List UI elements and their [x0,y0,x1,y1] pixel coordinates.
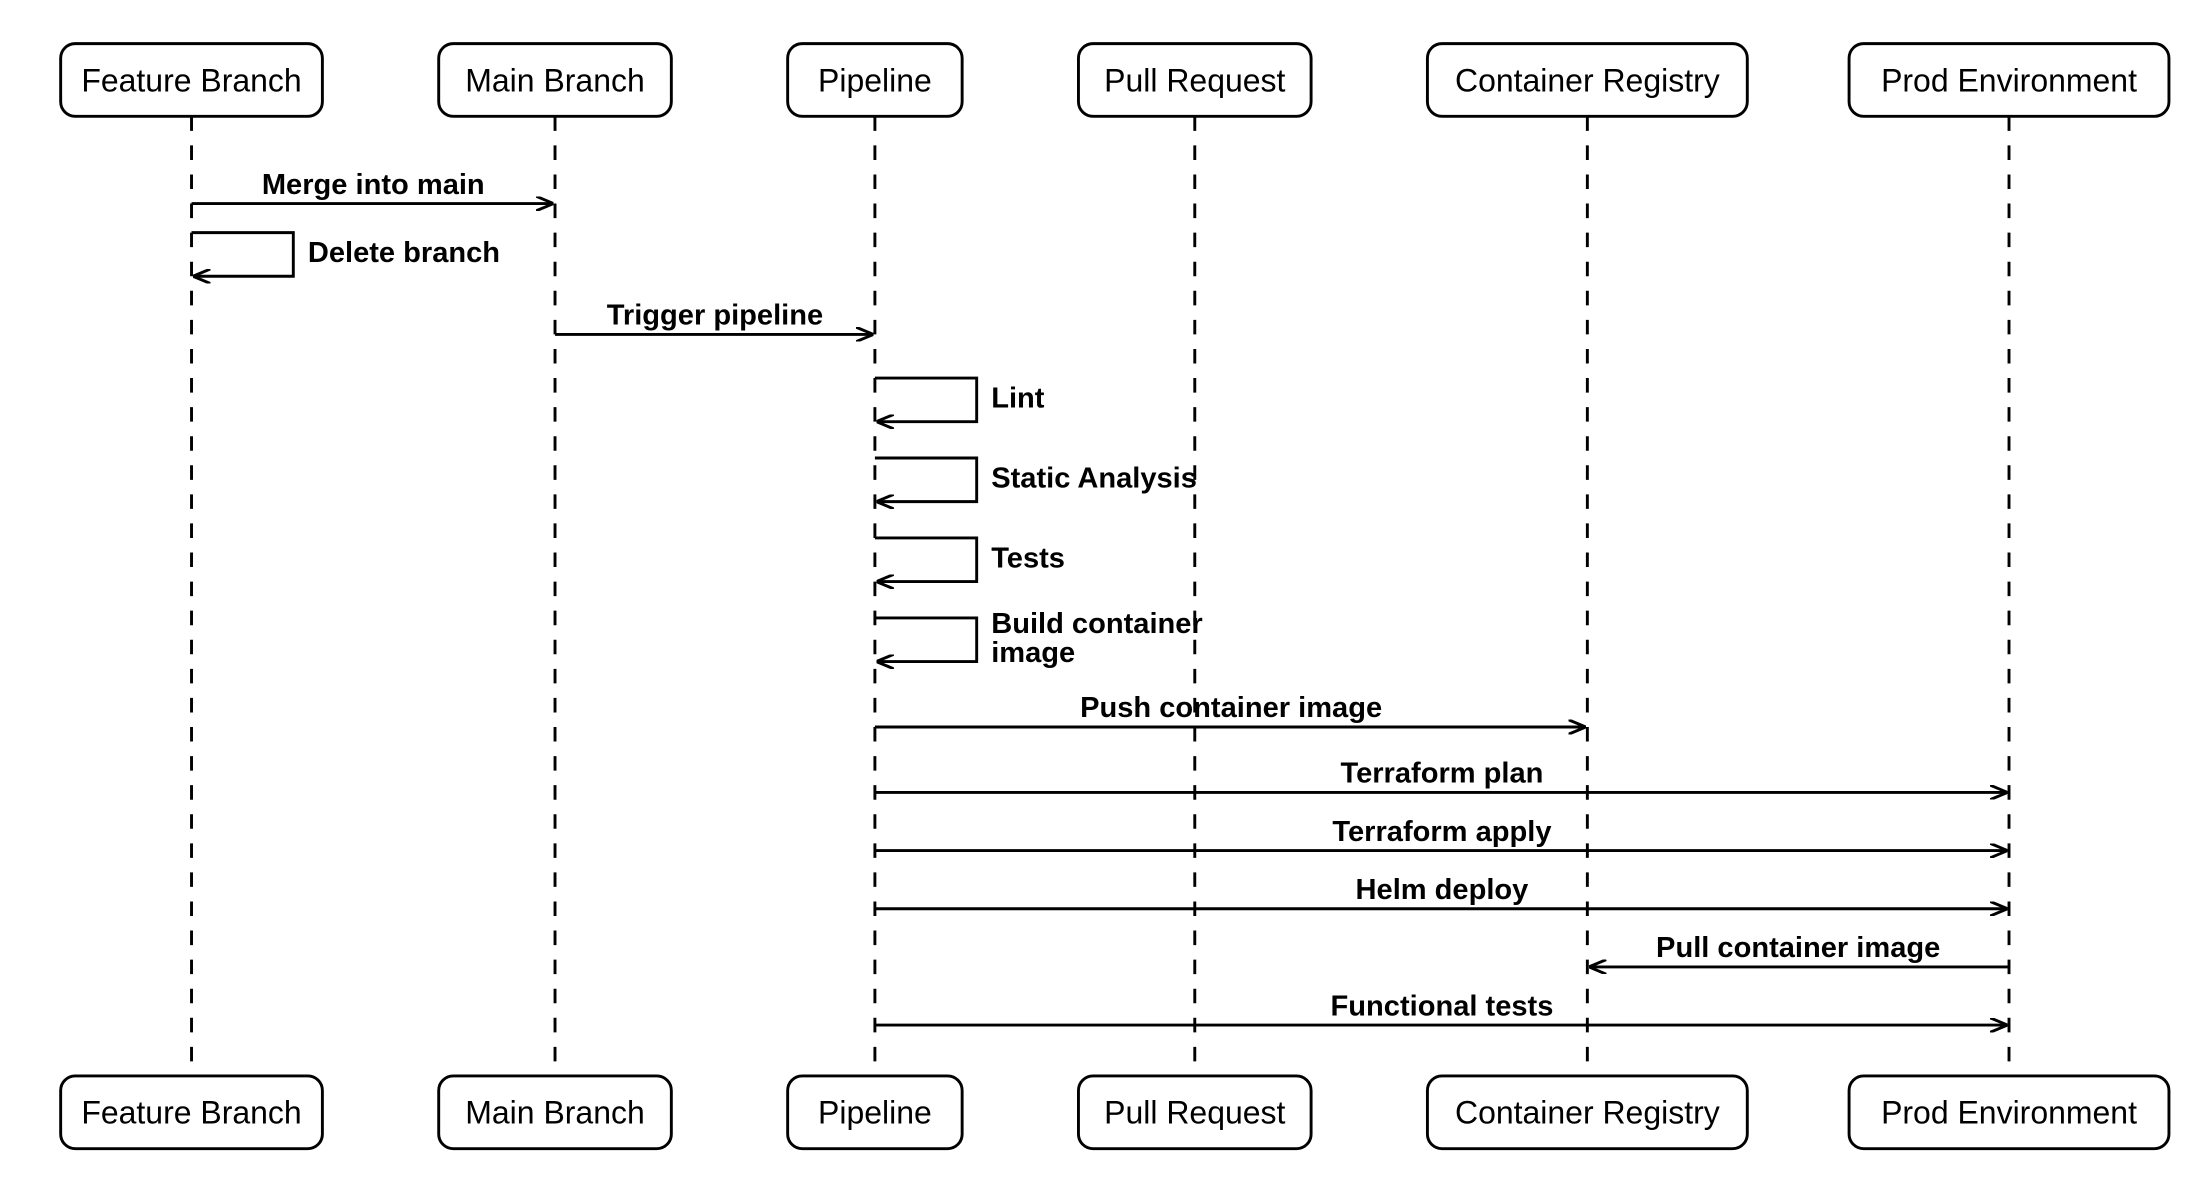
msg-label: Terraform plan [1340,758,1543,790]
msg-label-line1: Build container [991,608,1203,640]
actor-bottom-pipeline: Pipeline [788,1076,962,1149]
sequence-diagram: Feature Branch Main Branch Pipeline Pull… [0,0,2186,1185]
msg-label: Static Analysis [991,462,1197,494]
msg-label: Helm deploy [1356,874,1529,906]
msg-label: Pull container image [1656,932,1940,964]
msg-label-line2: image [991,637,1075,669]
actor-top-pr: Pull Request [1078,44,1311,117]
actor-bottom-registry: Container Registry [1427,1076,1747,1149]
actor-label: Prod Environment [1881,1095,2137,1131]
msg-pull-container-image: Pull container image [1590,932,2009,967]
msg-label: Push container image [1080,692,1382,724]
actor-bottom-feature: Feature Branch [61,1076,323,1149]
msg-delete-branch: Delete branch [192,233,501,277]
msg-label: Delete branch [308,237,500,269]
actor-label: Main Branch [465,62,644,98]
actor-top-pipeline: Pipeline [788,44,962,117]
msg-label: Functional tests [1331,990,1554,1022]
actor-label: Prod Environment [1881,62,2137,98]
actor-bottom-pr: Pull Request [1078,1076,1311,1149]
msg-label: Tests [991,542,1065,574]
actor-label: Feature Branch [81,1095,301,1131]
msg-trigger-pipeline: Trigger pipeline [555,300,872,335]
msg-terraform-apply: Terraform apply [875,816,2006,851]
msg-label: Lint [991,383,1045,415]
actor-label: Pipeline [818,1095,932,1131]
actor-bottom-prod: Prod Environment [1849,1076,2169,1149]
msg-label: Merge into main [262,169,485,201]
msg-helm-deploy: Helm deploy [875,874,2006,909]
msg-tests: Tests [875,538,1065,582]
actor-label: Container Registry [1455,62,1720,98]
msg-push-container-image: Push container image [875,692,1585,727]
msg-static-analysis: Static Analysis [875,458,1197,502]
actor-label: Pipeline [818,62,932,98]
msg-functional-tests: Functional tests [875,990,2006,1025]
actor-label: Container Registry [1455,1095,1720,1131]
actor-label: Feature Branch [81,62,301,98]
actor-label: Pull Request [1104,1095,1285,1131]
msg-merge-into-main: Merge into main [192,169,553,204]
msg-lint: Lint [875,378,1045,422]
actor-label: Pull Request [1104,62,1285,98]
actor-bottom-main: Main Branch [439,1076,672,1149]
msg-terraform-plan: Terraform plan [875,758,2006,793]
msg-label: Terraform apply [1332,816,1551,848]
actor-label: Main Branch [465,1095,644,1131]
actor-top-registry: Container Registry [1427,44,1747,117]
msg-build-container-image: Build container image [875,608,1203,669]
actor-top-feature: Feature Branch [61,44,323,117]
actor-top-main: Main Branch [439,44,672,117]
msg-label: Trigger pipeline [607,300,823,332]
actor-top-prod: Prod Environment [1849,44,2169,117]
